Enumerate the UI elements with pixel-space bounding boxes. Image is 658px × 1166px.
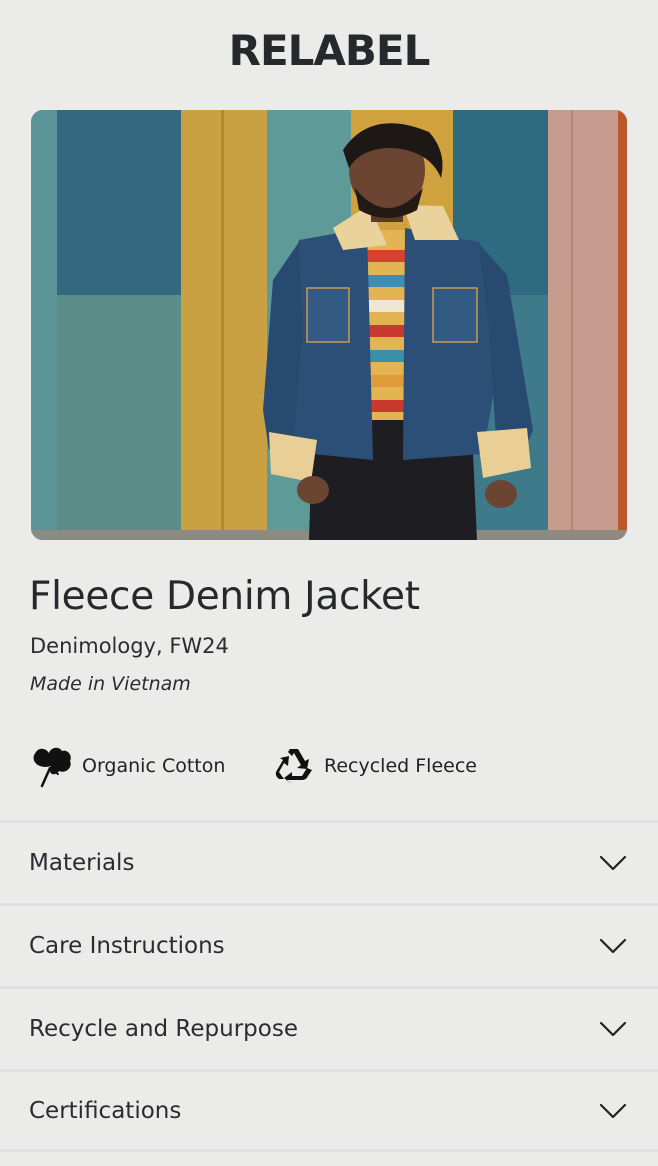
badge-organic-cotton: Organic Cotton: [30, 744, 225, 788]
accordion-label: Care Instructions: [29, 933, 225, 959]
product-brand-season: Denimology, FW24: [30, 634, 229, 658]
accordion-certifications[interactable]: Certifications: [0, 1069, 658, 1152]
recycle-icon: [272, 744, 316, 788]
accordion-label: Certifications: [29, 1097, 182, 1124]
accordion-materials[interactable]: Materials: [0, 820, 658, 903]
accordion-label: Materials: [29, 850, 135, 876]
chevron-down-icon: [599, 1103, 627, 1118]
product-origin: Made in Vietnam: [30, 673, 191, 695]
badge-label: Organic Cotton: [82, 755, 226, 777]
accordion-label: Recycle and Repurpose: [29, 1016, 298, 1042]
cotton-icon: [30, 744, 74, 788]
product-hero-image: [31, 110, 627, 540]
brand-logo: RELABEL: [228, 26, 431, 75]
chevron-down-icon: [599, 938, 627, 954]
badge-recycled-fleece: Recycled Fleece: [272, 744, 477, 788]
accordion-care-instructions[interactable]: Care Instructions: [0, 903, 658, 986]
product-title: Fleece Denim Jacket: [29, 574, 420, 619]
product-info-accordion: Materials Care Instructions Recycle and …: [0, 820, 658, 1152]
chevron-down-icon: [599, 855, 627, 871]
badge-label: Recycled Fleece: [324, 755, 477, 777]
accordion-recycle-repurpose[interactable]: Recycle and Repurpose: [0, 986, 658, 1069]
chevron-down-icon: [599, 1021, 627, 1037]
